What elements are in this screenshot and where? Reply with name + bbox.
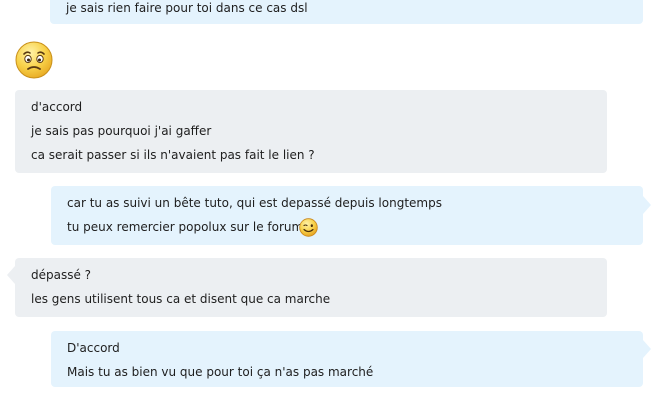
message-text: tu peux remercier popolux sur le forum bbox=[67, 220, 304, 234]
message-bubble-outgoing[interactable]: car tu as suivi un bête tuto, qui est de… bbox=[51, 186, 643, 245]
message-text: ca serait passer si ils n'avaient pas fa… bbox=[31, 148, 315, 162]
message-text: D'accord bbox=[67, 341, 120, 355]
message-text: d'accord bbox=[31, 100, 83, 114]
message-text: dépassé ? bbox=[31, 268, 92, 282]
message-bubble-incoming[interactable]: dépassé ? les gens utilisent tous ca et … bbox=[15, 258, 607, 317]
message-bubble-outgoing[interactable]: D'accord Mais tu as bien vu que pour toi… bbox=[51, 331, 643, 387]
bubble-tail bbox=[643, 340, 651, 358]
bubble-tail bbox=[7, 266, 15, 284]
message-bubble-outgoing[interactable]: je sais rien faire pour toi dans ce cas … bbox=[50, 0, 643, 24]
message-text: je sais rien faire pour toi dans ce cas … bbox=[66, 1, 308, 15]
message-bubble-incoming[interactable]: d'accord je sais pas pourquoi j'ai gaffe… bbox=[15, 90, 607, 173]
bubble-tail bbox=[643, 196, 651, 214]
wink-smile-icon bbox=[299, 218, 318, 237]
message-text: car tu as suivi un bête tuto, qui est de… bbox=[67, 196, 442, 210]
message-text: Mais tu as bien vu que pour toi ça n'as … bbox=[67, 365, 374, 379]
worried-face-icon bbox=[15, 41, 53, 79]
message-text: je sais pas pourquoi j'ai gaffer bbox=[31, 124, 212, 138]
message-text: les gens utilisent tous ca et disent que… bbox=[31, 292, 331, 306]
